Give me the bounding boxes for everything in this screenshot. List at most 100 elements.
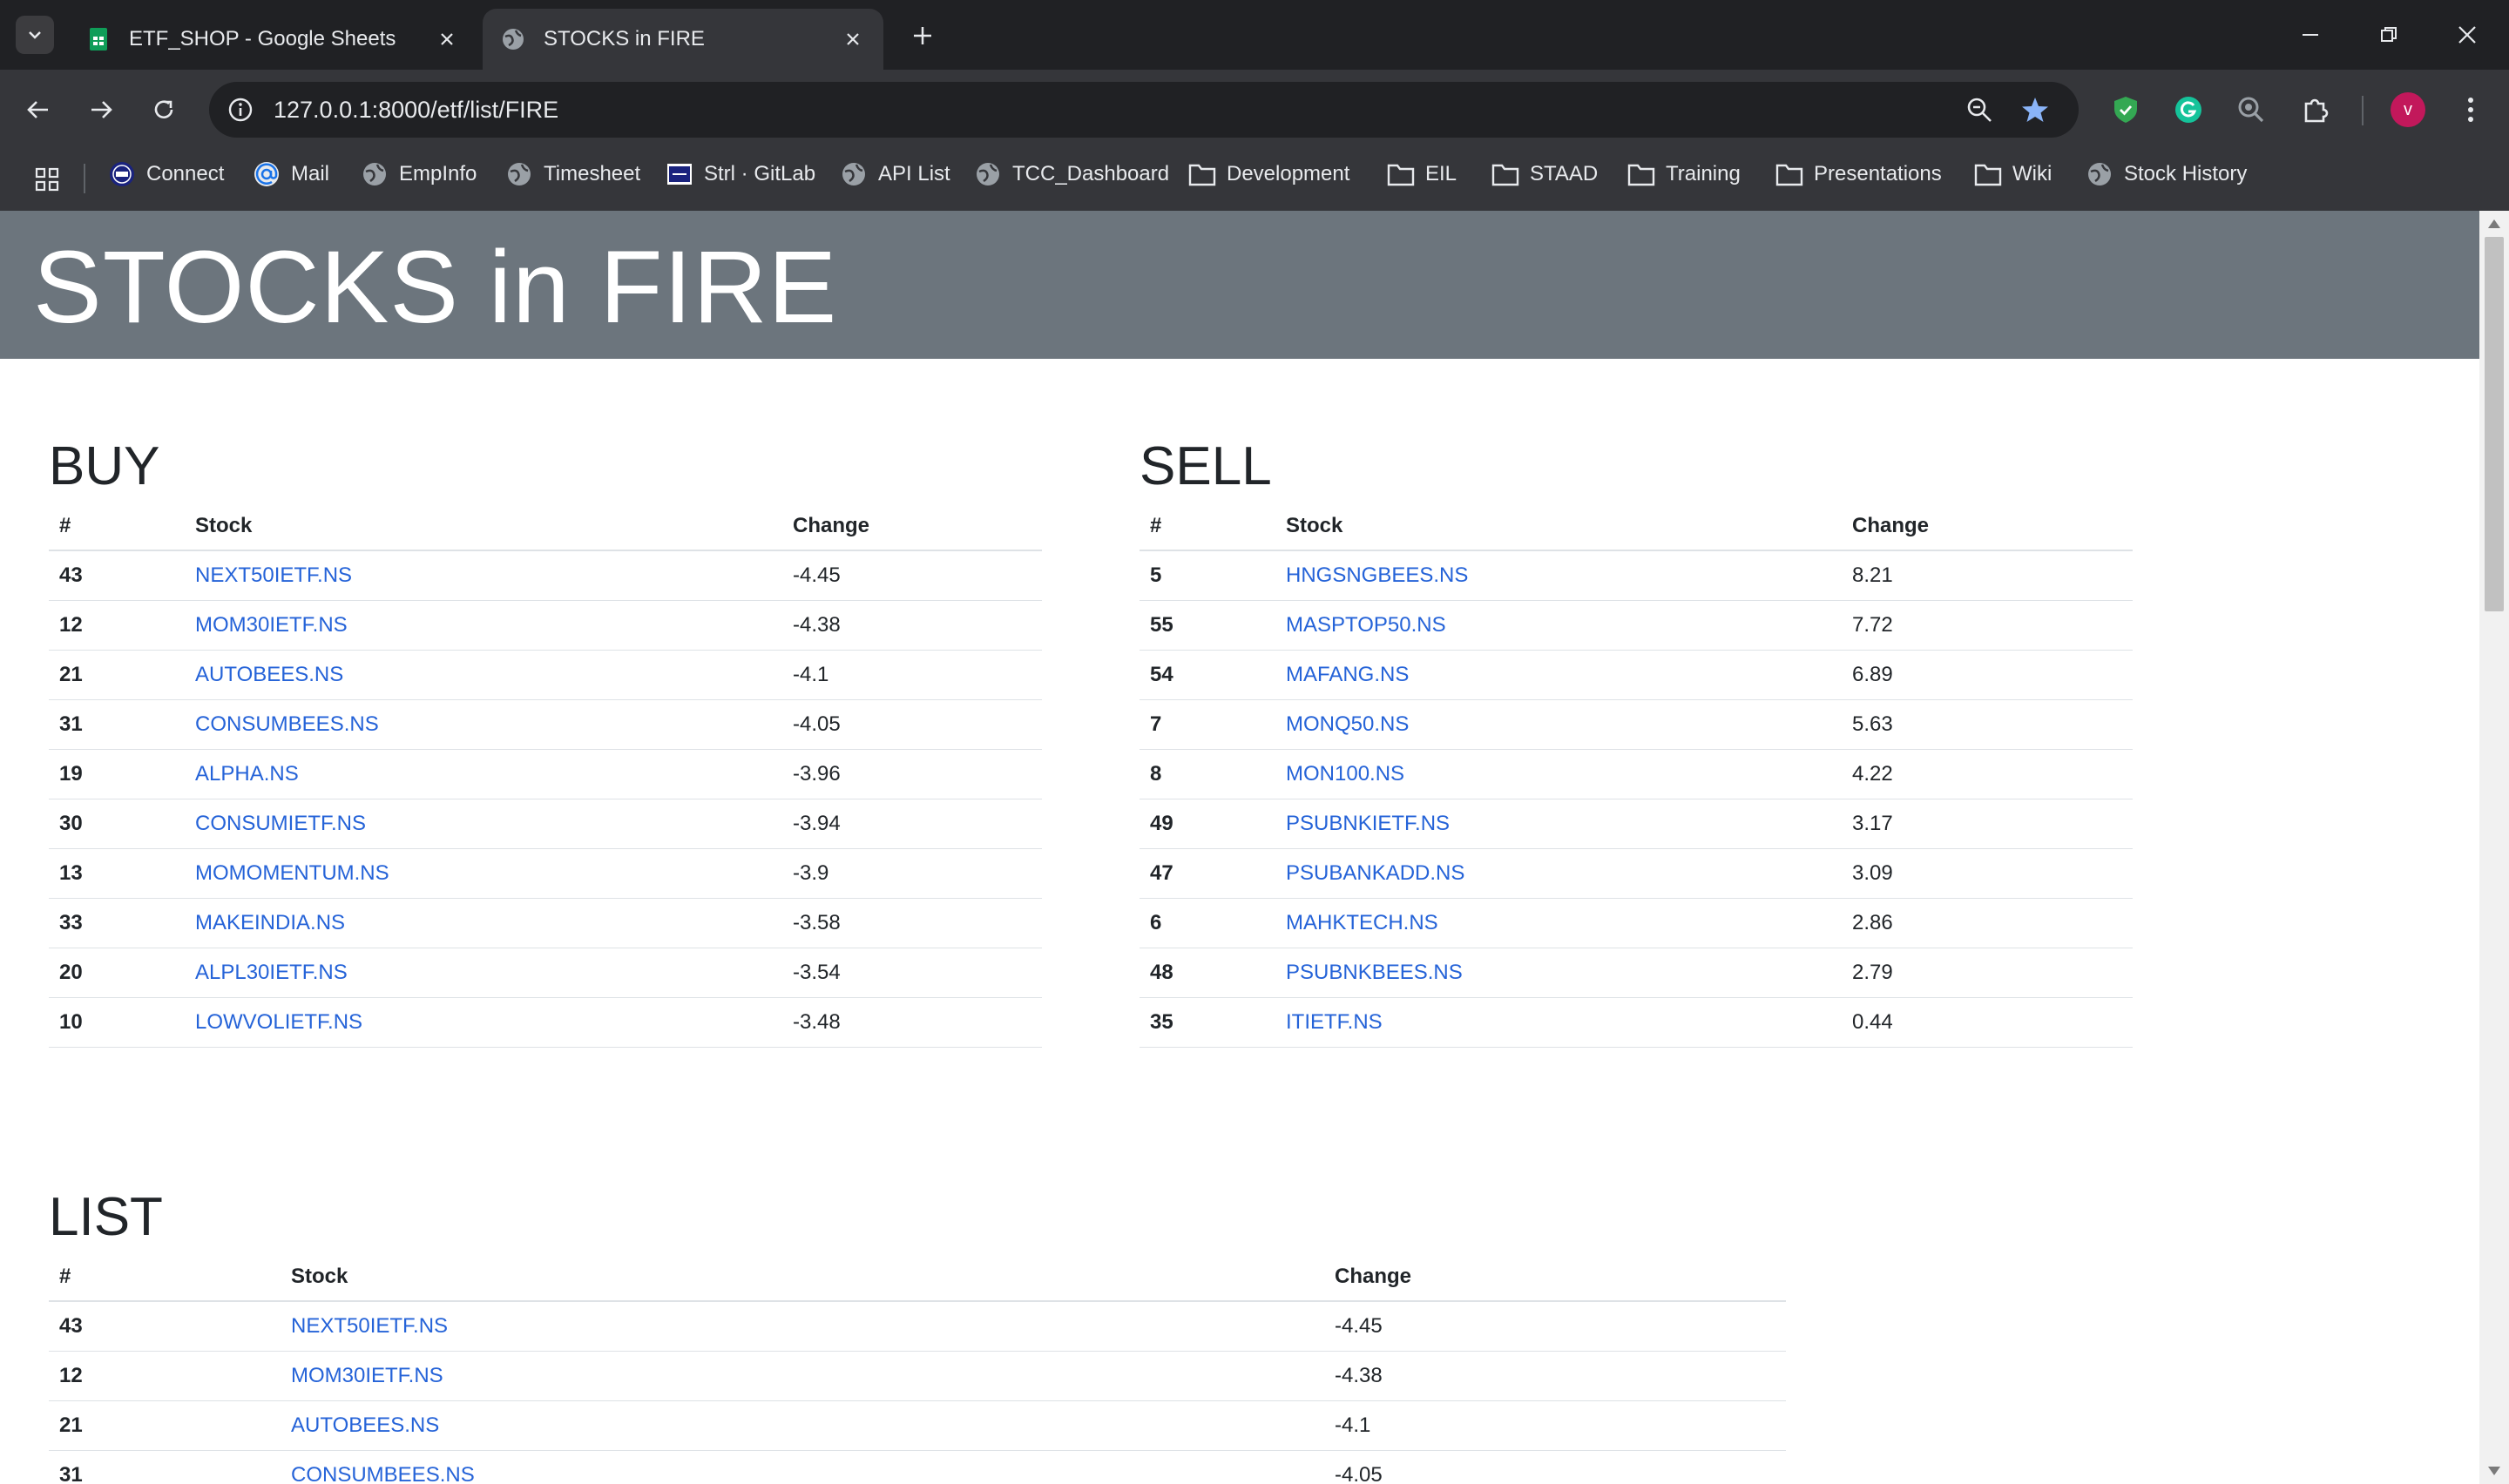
inspect-extension-icon[interactable]: [2232, 91, 2270, 129]
row-number: 19: [49, 749, 185, 799]
bookmark-label: EmpInfo: [399, 162, 477, 186]
stock-link[interactable]: AUTOBEES.NS: [195, 663, 343, 686]
reload-icon: [154, 100, 173, 118]
stock-link[interactable]: ALPL30IETF.NS: [195, 961, 348, 984]
stock-link[interactable]: MOMOMENTUM.NS: [195, 861, 389, 885]
stock-cell: AUTOBEES.NS: [185, 650, 782, 700]
minimize-button[interactable]: [2284, 16, 2337, 54]
reload-button[interactable]: [143, 89, 185, 131]
row-number: 12: [49, 1351, 281, 1401]
stock-link[interactable]: MAFANG.NS: [1286, 663, 1409, 686]
bookmark-label: Training: [1666, 162, 1741, 186]
bookmark-folder-training[interactable]: Training: [1627, 150, 1741, 199]
zoom-icon[interactable]: [1962, 92, 1997, 127]
tab-etf-shop[interactable]: ETF_SHOP - Google Sheets: [68, 9, 477, 70]
close-window-button[interactable]: [2441, 16, 2493, 54]
row-number: 54: [1140, 650, 1275, 700]
bookmark-folder-development[interactable]: Development: [1188, 150, 1349, 199]
stock-link[interactable]: ALPHA.NS: [195, 762, 299, 786]
bookmark-mail[interactable]: Mail: [253, 150, 329, 199]
list-table: # Stock Change 43 NEXT50IETF.NS -4.45 12 MOM…: [49, 1252, 1786, 1484]
stock-cell: CONSUMBEES.NS: [185, 699, 782, 750]
tab-search-button[interactable]: [16, 16, 54, 54]
tab-title: STOCKS in FIRE: [544, 27, 705, 51]
page-viewport: STOCKS in FIRE BUY # Stock Change 43 NEXT…: [0, 211, 2509, 1484]
tab-stocks-in-fire[interactable]: STOCKS in FIRE: [483, 9, 883, 70]
bookmark-star-icon[interactable]: [2018, 92, 2053, 127]
stock-link[interactable]: CONSUMBEES.NS: [291, 1463, 475, 1484]
url-text[interactable]: 127.0.0.1:8000/etf/list/FIRE: [274, 82, 558, 138]
forward-button[interactable]: [80, 89, 122, 131]
close-icon[interactable]: [434, 26, 460, 52]
bookmark-folder-staad[interactable]: STAAD: [1491, 150, 1598, 199]
apps-grid-icon[interactable]: [30, 162, 64, 197]
stock-link[interactable]: PSUBANKADD.NS: [1286, 861, 1464, 885]
row-number: 31: [49, 1450, 281, 1484]
stock-cell: HNGSNGBEES.NS: [1275, 550, 1842, 601]
bookmark-api-list[interactable]: API List: [840, 150, 950, 199]
stock-link[interactable]: MON100.NS: [1286, 762, 1404, 786]
change-value: 4.22: [1842, 749, 2133, 799]
site-info-icon[interactable]: [223, 92, 258, 127]
table-row: 43 NEXT50IETF.NS -4.45: [49, 550, 1042, 601]
change-value: -3.9: [782, 848, 1042, 899]
stock-link[interactable]: MASPTOP50.NS: [1286, 613, 1446, 637]
scroll-down-arrow-icon[interactable]: [2488, 1467, 2500, 1475]
table-row: 48 PSUBNKBEES.NS 2.79: [1140, 948, 2133, 998]
stock-link[interactable]: ITIETF.NS: [1286, 1010, 1383, 1034]
row-number: 43: [49, 1301, 281, 1352]
stock-link[interactable]: MAHKTECH.NS: [1286, 911, 1438, 934]
stock-cell: AUTOBEES.NS: [281, 1400, 1324, 1451]
minimize-icon: [2303, 34, 2318, 36]
stock-link[interactable]: CONSUMBEES.NS: [195, 712, 379, 736]
bookmark-folder-wiki[interactable]: Wiki: [1974, 150, 2052, 199]
stock-link[interactable]: MONQ50.NS: [1286, 712, 1409, 736]
bookmark-folder-presentations[interactable]: Presentations: [1775, 150, 1942, 199]
stock-link[interactable]: LOWVOLIETF.NS: [195, 1010, 362, 1034]
bookmark-empinfo[interactable]: EmpInfo: [361, 150, 477, 199]
bookmark-label: Wiki: [2012, 162, 2053, 186]
grammarly-icon[interactable]: [2169, 91, 2208, 129]
restore-button[interactable]: [2363, 16, 2415, 54]
stock-link[interactable]: PSUBNKBEES.NS: [1286, 961, 1463, 984]
stock-cell: PSUBNKBEES.NS: [1275, 948, 1842, 998]
shield-extension-icon[interactable]: [2107, 91, 2145, 129]
kebab-menu-icon[interactable]: [2452, 91, 2490, 129]
vertical-scrollbar[interactable]: [2479, 211, 2509, 1484]
back-button[interactable]: [17, 89, 59, 131]
stock-link[interactable]: NEXT50IETF.NS: [195, 563, 352, 587]
bookmark-gitlab[interactable]: Strl · GitLab: [666, 150, 815, 199]
stock-link[interactable]: MOM30IETF.NS: [195, 613, 348, 637]
stock-cell: NEXT50IETF.NS: [281, 1301, 1324, 1352]
bookmark-tcc-dashboard[interactable]: TCC_Dashboard: [974, 150, 1169, 199]
column-header-stock: Stock: [1275, 502, 1842, 551]
stock-link[interactable]: NEXT50IETF.NS: [291, 1314, 448, 1338]
bookmark-folder-eil[interactable]: EIL: [1387, 150, 1457, 199]
stock-cell: ALPHA.NS: [185, 749, 782, 799]
address-bar[interactable]: 127.0.0.1:8000/etf/list/FIRE: [209, 82, 2079, 138]
stock-link[interactable]: AUTOBEES.NS: [291, 1413, 439, 1437]
row-number: 21: [49, 650, 185, 700]
stock-link[interactable]: CONSUMIETF.NS: [195, 812, 366, 835]
new-tab-button[interactable]: [906, 19, 939, 52]
stock-cell: MOMOMENTUM.NS: [185, 848, 782, 899]
scrollbar-thumb[interactable]: [2485, 237, 2504, 611]
stock-link[interactable]: PSUBNKIETF.NS: [1286, 812, 1450, 835]
table-row: 8 MON100.NS 4.22: [1140, 749, 2133, 799]
change-value: 7.72: [1842, 600, 2133, 651]
bookmark-stock-history[interactable]: Stock History: [2086, 150, 2247, 199]
profile-avatar[interactable]: v: [2391, 92, 2425, 127]
bookmark-label: EIL: [1425, 162, 1457, 186]
change-value: -4.45: [1324, 1301, 1786, 1352]
stock-link[interactable]: MAKEINDIA.NS: [195, 911, 345, 934]
table-row: 21 AUTOBEES.NS -4.1: [49, 1400, 1786, 1451]
stock-link[interactable]: HNGSNGBEES.NS: [1286, 563, 1468, 587]
stock-link[interactable]: MOM30IETF.NS: [291, 1364, 443, 1387]
extensions-puzzle-icon[interactable]: [2296, 91, 2335, 129]
bookmark-connect[interactable]: Connect: [108, 150, 224, 199]
row-number: 33: [49, 898, 185, 948]
change-value: -3.48: [782, 997, 1042, 1048]
bookmark-timesheet[interactable]: Timesheet: [505, 150, 640, 199]
scroll-up-arrow-icon[interactable]: [2488, 219, 2500, 228]
close-icon[interactable]: [840, 26, 866, 52]
